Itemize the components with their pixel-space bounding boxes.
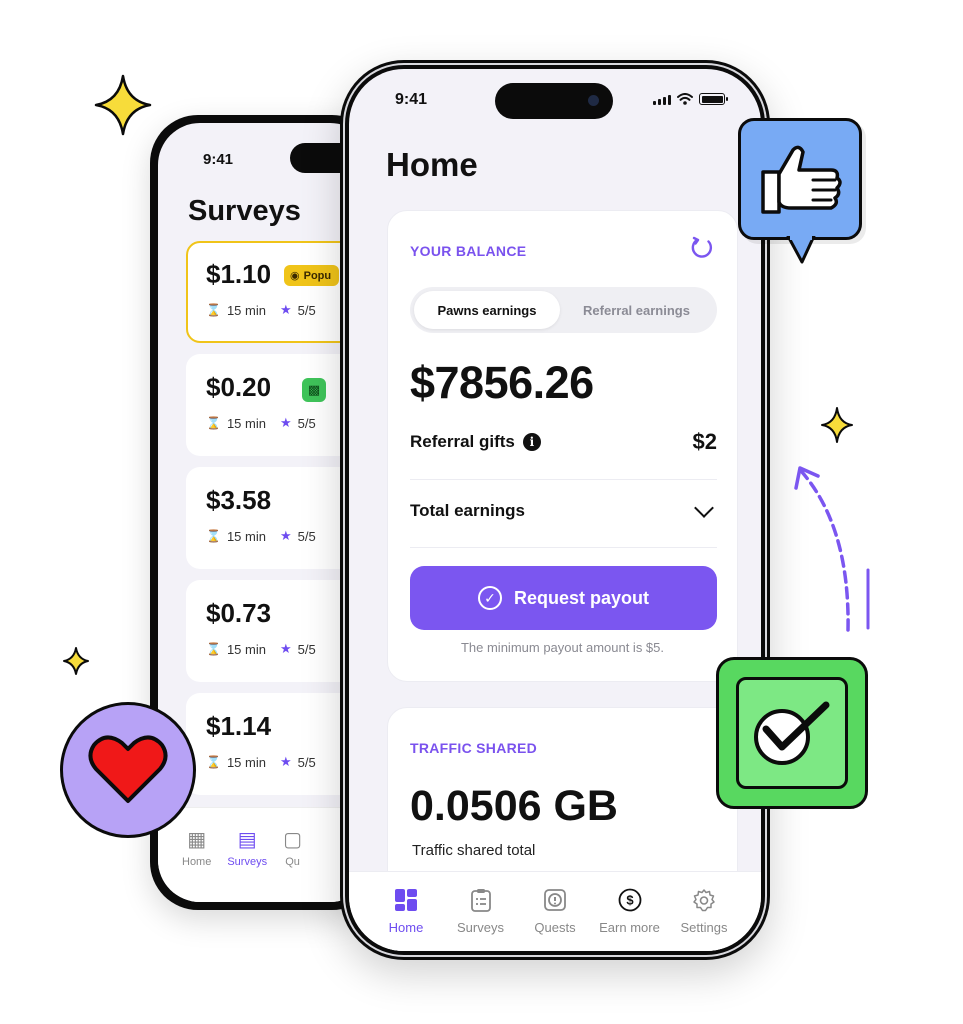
signal-icon [653,95,671,105]
divider [410,479,717,480]
thumbs-up-icon [761,145,842,214]
traffic-amount: 0.0506 GB [410,782,618,830]
survey-rating: 5/5 [297,754,316,770]
star-icon: ★ [279,754,292,769]
badge-label: Popu [303,269,332,282]
balance-amount: $7856.26 [410,357,594,408]
wifi-icon [677,93,693,105]
referral-gifts-value: $2 [692,429,717,454]
referral-label-text: Referral gifts [410,432,515,451]
tab-label: Home [388,920,424,935]
home-phone-mockup: 9:41 Home YOUR BALANCE Pawns earnings Re… [340,60,770,960]
hourglass-icon: ⌛ [206,642,221,656]
dollar-icon: $ [618,888,641,912]
balance-label: YOUR BALANCE [410,243,527,259]
star-icon: ★ [279,528,292,543]
divider [410,547,717,548]
survey-rating: 5/5 [297,641,316,657]
gear-icon [693,889,715,912]
request-payout-button[interactable]: ✓ Request payout [410,566,717,630]
earnings-segmented-control: Pawns earnings Referral earnings [410,287,717,333]
robot-badge-icon: ▩ [302,378,326,402]
traffic-label: TRAFFIC SHARED [410,740,538,756]
referral-gifts-row: Referral gifts i $2 [410,429,717,455]
chevron-down-icon[interactable] [694,498,714,518]
dynamic-island [495,83,613,119]
home-grid-icon [395,889,417,911]
referral-gifts-label: Referral gifts i [410,432,541,452]
flame-icon: ◉ [290,270,300,282]
refresh-icon[interactable] [689,235,715,261]
tab-label: Surveys [457,920,504,935]
speech-tail [786,236,816,264]
page-title: Surveys [188,195,301,227]
checkbox-frame [736,677,848,789]
tab-quests[interactable]: Quests [520,888,590,951]
survey-duration: 15 min [226,754,266,770]
traffic-subtitle: Traffic shared total [412,842,536,859]
survey-duration: 15 min [226,641,266,657]
tab-label: Surveys [227,856,268,868]
survey-duration: 15 min [226,302,266,318]
quest-icon [544,889,566,911]
sparkle-icon [821,407,853,443]
tab-earn-more[interactable]: $ Earn more [595,888,665,951]
survey-rating: 5/5 [297,302,316,318]
heart-sticker [60,702,196,838]
tab-home[interactable]: Home [371,888,441,951]
svg-text:$: $ [626,893,634,908]
tab-home[interactable]: ▦ Home [182,830,211,902]
popular-badge: ◉ Popu [284,265,340,286]
status-time: 9:41 [203,151,234,168]
heart-icon [88,735,168,803]
tab-bar: Home Surveys Quests $ Earn more Settings [349,871,761,951]
hourglass-icon: ⌛ [206,529,221,543]
payout-note: The minimum payout amount is $5. [460,640,665,655]
check-circle-icon: ✓ [477,586,502,610]
hourglass-icon: ⌛ [206,303,221,317]
clipboard-icon: ▤ [237,829,257,851]
tab-settings[interactable]: Settings [669,888,739,951]
star-icon: ★ [279,415,292,430]
status-icons [653,93,728,105]
total-earnings-row[interactable]: Total earnings [410,498,717,521]
segment-referral-earnings[interactable]: Referral earnings [560,291,713,329]
grid-icon: ▦ [187,829,207,851]
thumbs-up-sticker [738,118,862,240]
total-earnings-label: Total earnings [410,501,525,520]
battery-icon [699,93,728,105]
tab-label: Quests [534,920,576,935]
survey-rating: 5/5 [297,528,316,544]
arrow-up-icon [794,466,870,632]
page-title: Home [386,146,478,183]
clipboard-icon [470,889,491,912]
tab-surveys[interactable]: ▤ Surveys [227,830,267,902]
home-screen: 9:41 Home YOUR BALANCE Pawns earnings Re… [349,69,761,951]
payout-button-label: Request payout [513,587,650,608]
hourglass-icon: ⌛ [206,416,221,430]
check-sticker [716,657,868,809]
tab-label: Earn more [599,920,660,935]
sparkle-icon [94,74,152,136]
hourglass-icon: ⌛ [206,755,221,769]
survey-duration: 15 min [226,528,266,544]
star-icon: ★ [279,641,292,656]
tab-quests[interactable]: ▢ Qu [283,830,302,902]
tab-label: Settings [680,920,728,935]
star-icon: ★ [279,302,292,317]
balance-card: YOUR BALANCE Pawns earnings Referral ear… [387,210,738,682]
survey-rating: 5/5 [297,415,316,431]
sparkle-icon [63,647,89,675]
info-icon[interactable]: i [522,433,541,451]
quest-icon: ▢ [283,829,302,851]
tab-label: Qu [285,856,300,868]
tab-label: Home [182,856,212,868]
checkmark-icon [754,701,830,765]
survey-duration: 15 min [226,415,266,431]
status-time: 9:41 [395,91,428,108]
segment-pawns-earnings[interactable]: Pawns earnings [414,291,560,329]
tab-surveys[interactable]: Surveys [446,888,516,951]
